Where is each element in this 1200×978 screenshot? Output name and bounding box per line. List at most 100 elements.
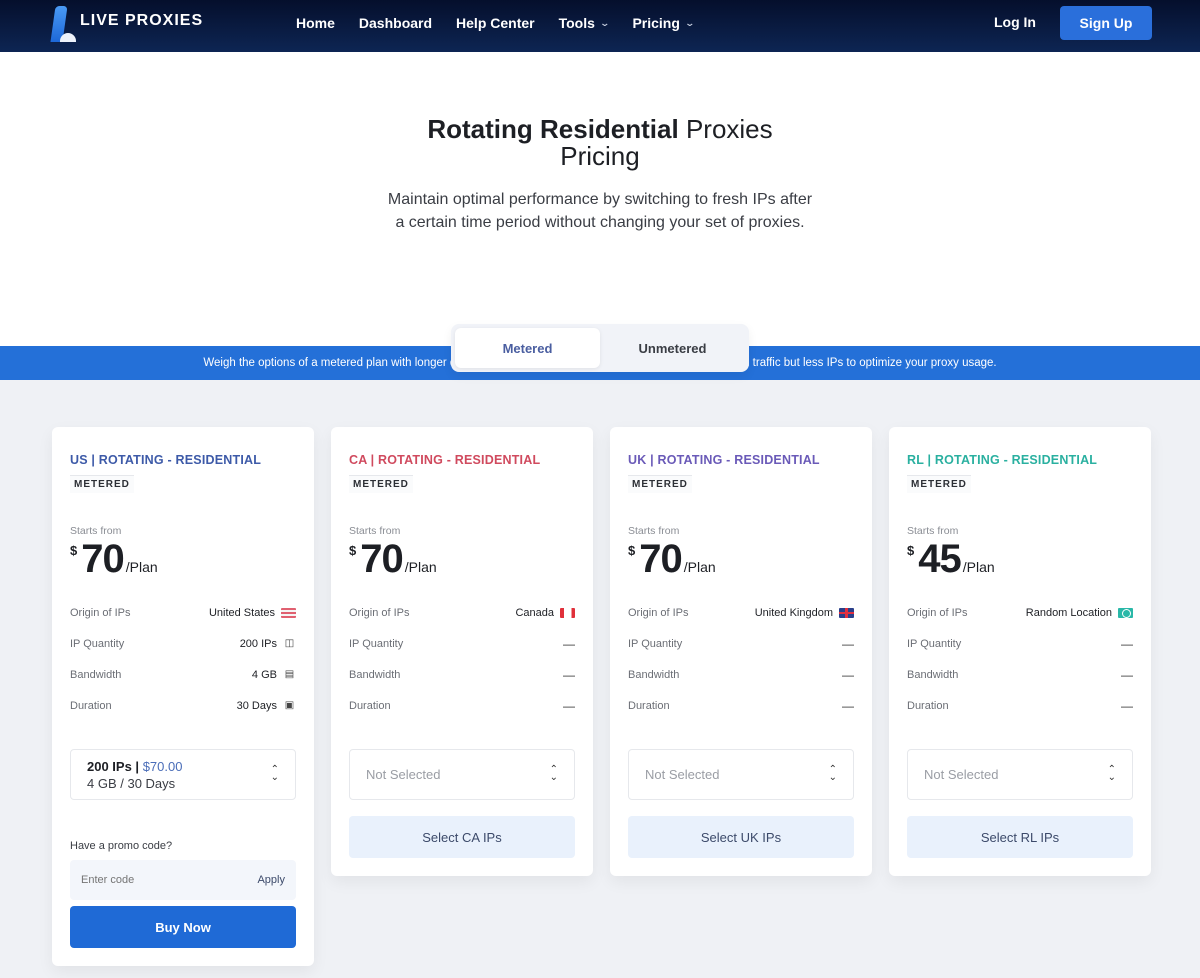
select-uk-ips-button[interactable]: Select UK IPs: [628, 816, 854, 858]
origin-label: Origin of IPs: [907, 606, 968, 619]
bandwidth-label: Bandwidth: [907, 668, 959, 681]
bandwidth-label: Bandwidth: [628, 668, 680, 681]
quantity-row: IP Quantity —: [628, 628, 854, 659]
plan-details: Origin of IPs United Kingdom IP Quantity —…: [628, 597, 854, 721]
promo-field: Apply: [70, 860, 296, 900]
select-rl-ips-button[interactable]: Select RL IPs: [907, 816, 1133, 858]
plan-card-ca: CA | ROTATING - RESIDENTIAL METERED Star…: [331, 427, 593, 876]
starts-from-label: Starts from: [628, 525, 680, 537]
duration-value: —: [842, 698, 854, 713]
quantity-value: —: [563, 636, 575, 651]
metered-badge: METERED: [349, 475, 413, 493]
nav-help-center[interactable]: Help Center: [456, 15, 535, 31]
plan-select[interactable]: Not Selected ⌃ ⌄: [628, 749, 854, 800]
select-ca-ips-button[interactable]: Select CA IPs: [349, 816, 575, 858]
quantity-row: IP Quantity —: [349, 628, 575, 659]
duration-label: Duration: [907, 699, 949, 712]
quantity-row: IP Quantity —: [907, 628, 1133, 659]
bandwidth-value: 4 GB: [251, 668, 277, 681]
metered-badge: METERED: [907, 475, 971, 493]
top-nav: LIVE PROXIES Home Dashboard Help Center …: [0, 0, 1200, 52]
bandwidth-row: Bandwidth —: [349, 659, 575, 690]
chevron-down-icon: ⌄: [684, 17, 695, 28]
nav-tools-label: Tools: [558, 15, 595, 31]
origin-row: Origin of IPs Canada: [349, 597, 575, 628]
plan-price: $ 70 /Plan: [349, 537, 575, 581]
title-line2: Pricing: [560, 141, 640, 171]
quantity-value: 200 IPs: [239, 637, 277, 650]
price-unit: /Plan: [962, 559, 995, 575]
quantity-label: IP Quantity: [628, 637, 683, 650]
nav-pricing[interactable]: Pricing ⌄: [632, 15, 695, 31]
signup-button[interactable]: Sign Up: [1060, 6, 1152, 40]
nav-pricing-label: Pricing: [632, 15, 680, 31]
select-placeholder: Not Selected: [645, 767, 720, 782]
title-bold: Rotating Residential: [427, 114, 679, 144]
calendar-icon: ▣: [284, 700, 295, 711]
origin-value: Canada: [515, 606, 554, 619]
buy-now-button[interactable]: Buy Now: [70, 906, 296, 948]
currency-symbol: $: [628, 543, 636, 558]
uk-flag-icon: [839, 607, 854, 618]
plan-type-toggle: Metered Unmetered: [451, 324, 749, 372]
nav-links: Home Dashboard Help Center Tools ⌄ Pricin…: [296, 0, 695, 46]
duration-row: Duration 30 Days ▣: [70, 690, 296, 721]
plan-title: CA | ROTATING - RESIDENTIAL: [349, 453, 541, 467]
plan-select[interactable]: Not Selected ⌃ ⌄: [349, 749, 575, 800]
selected-ips: 200 IPs |: [87, 758, 143, 774]
select-arrows-icon: ⌃ ⌄: [549, 764, 558, 783]
tab-metered[interactable]: Metered: [455, 328, 600, 368]
currency-symbol: $: [907, 543, 915, 558]
subtitle-line1: Maintain optimal performance by switchin…: [387, 191, 813, 208]
server-icon: ◫: [284, 638, 295, 649]
price-amount: 70: [360, 537, 403, 581]
us-flag-icon: [281, 607, 296, 618]
plan-card-rl: RL | ROTATING - RESIDENTIAL METERED Star…: [889, 427, 1151, 876]
quantity-label: IP Quantity: [907, 637, 962, 650]
duration-value: —: [1121, 698, 1133, 713]
plan-details: Origin of IPs United States IP Quantity 20…: [70, 597, 296, 721]
tab-unmetered[interactable]: Unmetered: [600, 328, 745, 368]
quantity-label: IP Quantity: [349, 637, 404, 650]
price-amount: 45: [918, 537, 961, 581]
origin-value: United States: [208, 606, 275, 619]
nav-dashboard-label: Dashboard: [358, 15, 433, 31]
page-subtitle: Maintain optimal performance by switchin…: [0, 188, 1200, 234]
brand-logo[interactable]: LIVE PROXIES: [50, 4, 203, 42]
apply-promo-button[interactable]: Apply: [257, 874, 285, 886]
plan-card-us: US | ROTATING - RESIDENTIAL METERED Star…: [52, 427, 314, 966]
price-amount: 70: [639, 537, 682, 581]
plan-price: $ 45 /Plan: [907, 537, 1133, 581]
starts-from-label: Starts from: [907, 525, 959, 537]
price-unit: /Plan: [125, 559, 158, 575]
duration-label: Duration: [70, 699, 112, 712]
title-rest: Proxies: [678, 114, 773, 144]
promo-code-input[interactable]: [81, 874, 221, 886]
nav-dashboard[interactable]: Dashboard: [359, 15, 432, 31]
origin-row: Origin of IPs United States: [70, 597, 296, 628]
bandwidth-value: —: [842, 667, 854, 682]
login-link[interactable]: Log In: [994, 14, 1036, 30]
starts-from-label: Starts from: [70, 525, 122, 537]
subtitle-line2: a certain time period without changing y…: [395, 214, 805, 231]
selected-details: 4 GB / 30 Days: [87, 775, 176, 791]
duration-row: Duration —: [907, 690, 1133, 721]
quantity-row: IP Quantity 200 IPs ◫: [70, 628, 296, 659]
bandwidth-label: Bandwidth: [349, 668, 401, 681]
price-unit: /Plan: [404, 559, 437, 575]
plan-price: $ 70 /Plan: [70, 539, 296, 579]
plan-select[interactable]: 200 IPs | $70.00 4 GB / 30 Days ⌃ ⌄: [70, 749, 296, 800]
nav-home[interactable]: Home: [296, 15, 335, 31]
nav-home-label: Home: [296, 15, 335, 31]
duration-row: Duration —: [628, 690, 854, 721]
plan-title: UK | ROTATING - RESIDENTIAL: [628, 453, 820, 467]
pricing-cards: US | ROTATING - RESIDENTIAL METERED Star…: [0, 380, 1200, 978]
nav-tools[interactable]: Tools ⌄: [558, 15, 610, 31]
bandwidth-label: Bandwidth: [70, 668, 122, 681]
plan-title: US | ROTATING - RESIDENTIAL: [70, 453, 262, 467]
select-placeholder: Not Selected: [366, 767, 441, 782]
plan-select[interactable]: Not Selected ⌃ ⌄: [907, 749, 1133, 800]
origin-value: Random Location: [1025, 606, 1112, 619]
origin-row: Origin of IPs United Kingdom: [628, 597, 854, 628]
duration-value: —: [563, 698, 575, 713]
